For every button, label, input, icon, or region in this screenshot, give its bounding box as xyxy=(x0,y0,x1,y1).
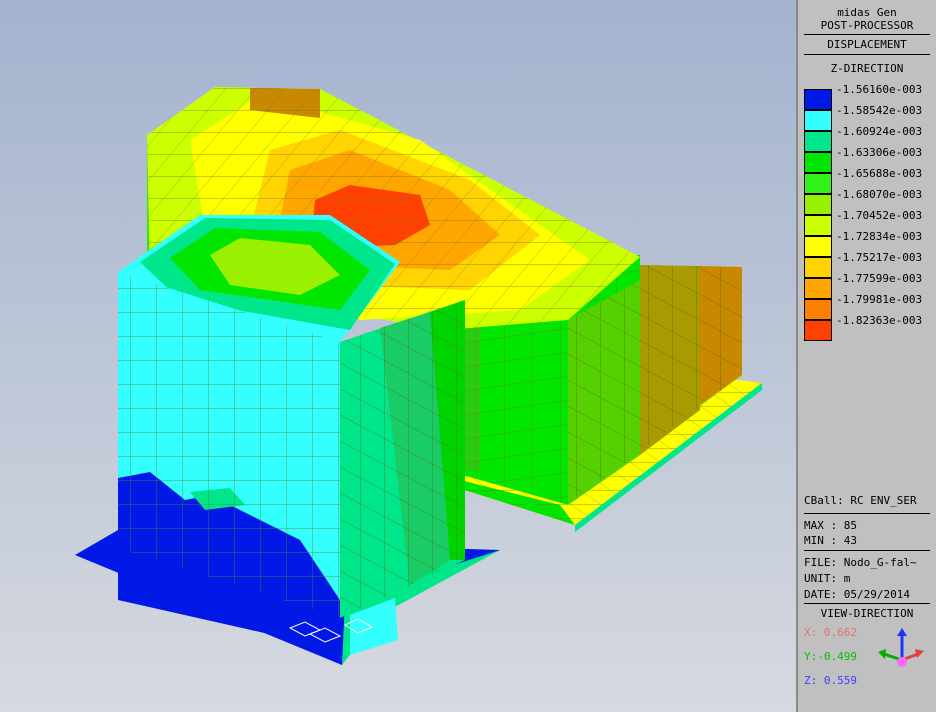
legend-swatch xyxy=(804,89,832,110)
legend-value: -1.68070e-003 xyxy=(836,188,923,201)
midas-postprocessor-window: midas Gen POST-PROCESSOR DISPLACEMENT Z-… xyxy=(0,0,936,712)
legend-swatch xyxy=(804,215,832,236)
legend-value: -1.77599e-003 xyxy=(836,272,923,285)
file-name: FILE: Nodo_G-fal~ xyxy=(804,556,917,569)
legend-swatch xyxy=(804,194,832,215)
view-direction-title: VIEW-DIRECTION xyxy=(820,607,914,620)
axis-triad-icon xyxy=(878,628,924,667)
legend-swatch xyxy=(804,110,832,131)
legend-swatch xyxy=(804,278,832,299)
legend-swatch xyxy=(804,299,832,320)
result-type: DISPLACEMENT xyxy=(827,38,907,51)
max-value: MAX : 85 xyxy=(804,519,857,532)
divider xyxy=(804,54,930,55)
legend-value: -1.70452e-003 xyxy=(836,209,923,222)
legend-value: -1.56160e-003 xyxy=(836,83,923,96)
legend-swatch xyxy=(804,320,832,341)
legend-value: -1.79981e-003 xyxy=(836,293,923,306)
unit-label: UNIT: m xyxy=(804,572,851,585)
min-value: MIN : 43 xyxy=(804,534,857,547)
divider xyxy=(804,603,930,604)
view-y: Y:-0.499 xyxy=(804,650,857,663)
divider xyxy=(804,34,930,35)
legend-swatch xyxy=(804,131,832,152)
divider xyxy=(804,550,930,551)
app-name: midas Gen xyxy=(837,6,897,19)
module-name: POST-PROCESSOR xyxy=(820,19,914,32)
legend-swatch xyxy=(804,152,832,173)
legend-row: -1.82363e-003 xyxy=(804,314,934,341)
legend-swatch xyxy=(804,236,832,257)
view-z: Z: 0.559 xyxy=(804,674,857,687)
divider xyxy=(804,513,930,514)
legend-swatch xyxy=(804,173,832,194)
legend-value: -1.58542e-003 xyxy=(836,104,923,117)
load-case: CBall: RC ENV_SER xyxy=(804,494,917,507)
date-label: DATE: 05/29/2014 xyxy=(804,588,910,601)
model-viewport[interactable] xyxy=(0,0,796,712)
legend-value: -1.60924e-003 xyxy=(836,125,923,138)
legend-value: -1.75217e-003 xyxy=(836,251,923,264)
legend-value: -1.65688e-003 xyxy=(836,167,923,180)
legend-swatch xyxy=(804,257,832,278)
view-x: X: 0.662 xyxy=(804,626,857,639)
legend-value: -1.82363e-003 xyxy=(836,314,923,327)
fem-contour-model[interactable] xyxy=(0,0,796,712)
component-direction: Z-DIRECTION xyxy=(830,62,904,75)
legend-value: -1.63306e-003 xyxy=(836,146,923,159)
legend-panel: midas Gen POST-PROCESSOR DISPLACEMENT Z-… xyxy=(796,0,936,712)
legend-value: -1.72834e-003 xyxy=(836,230,923,243)
